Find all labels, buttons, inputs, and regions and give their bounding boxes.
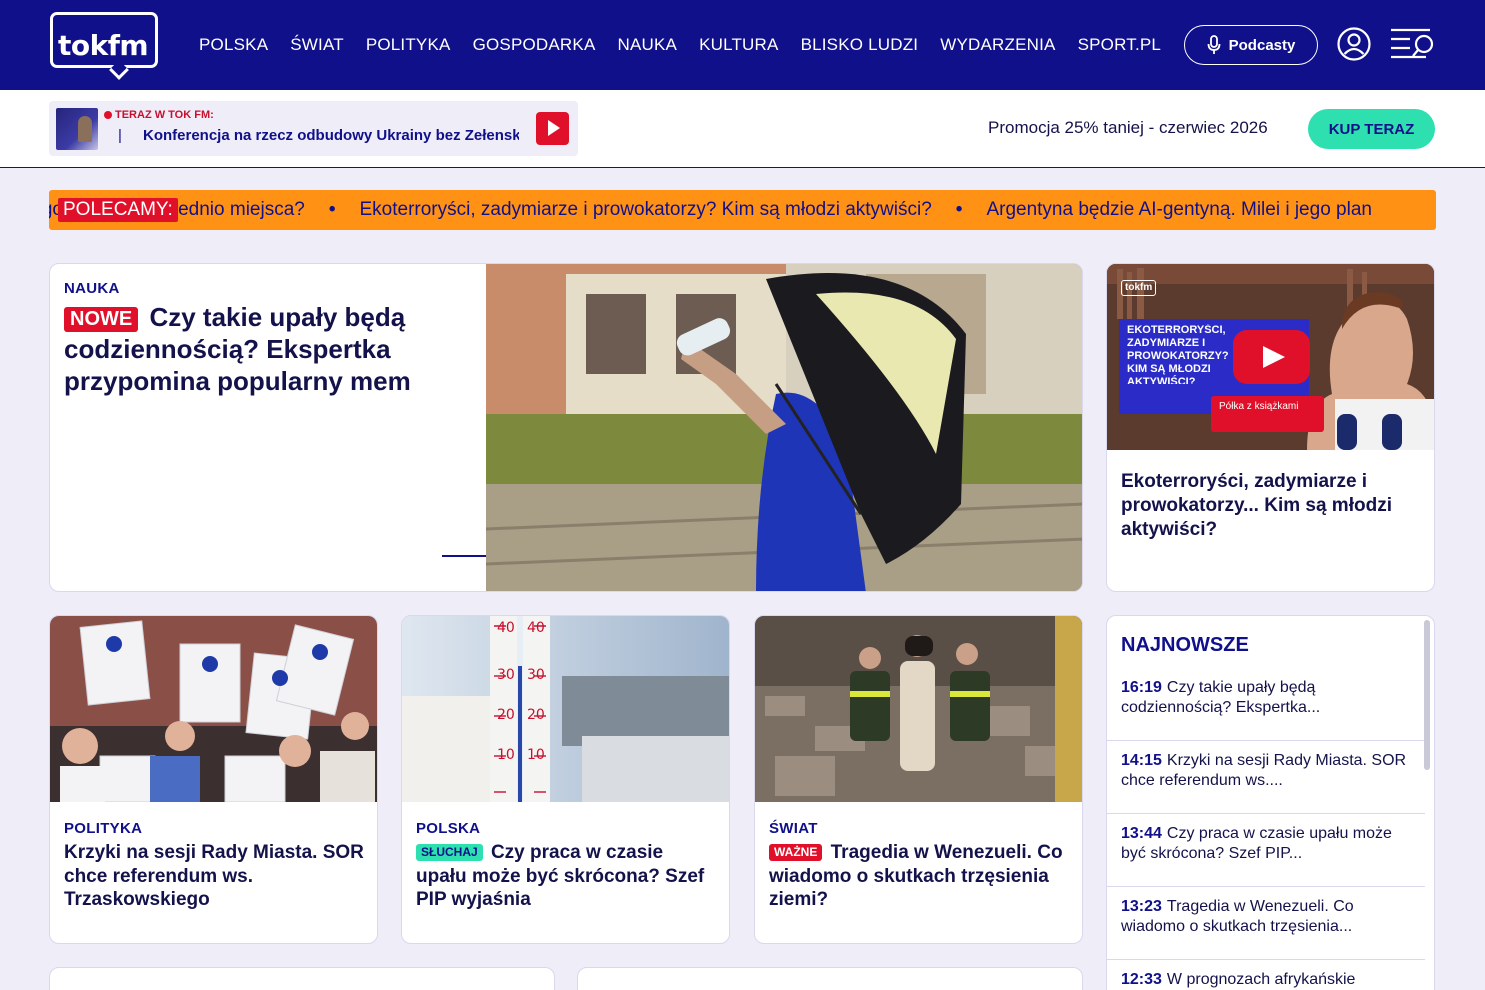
play-icon — [1263, 346, 1285, 368]
svg-text:40: 40 — [527, 620, 545, 636]
hero-article-card[interactable]: NAUKA NOWE Czy takie upały będą codzienn… — [49, 263, 1083, 592]
newest-time: 12:33 — [1121, 971, 1162, 988]
nav-item-polska[interactable]: POLSKA — [199, 34, 268, 56]
newest-heading: NAJNOWSZE — [1121, 634, 1249, 656]
newest-time: 13:23 — [1121, 898, 1162, 915]
ticker-badge: POLECAMY: — [58, 198, 178, 222]
video-play-button[interactable] — [1233, 330, 1310, 384]
article-card-world[interactable]: ŚWIAT WAŻNE Tragedia w Wenezueli. Co wia… — [754, 615, 1083, 944]
newest-list[interactable]: 16:19 Czy takie upały będą codziennością?… — [1107, 668, 1425, 990]
nav-item-sport[interactable]: SPORT.PL — [1078, 34, 1162, 56]
bottom-card-left[interactable] — [49, 967, 555, 990]
tokfm-logo[interactable]: tokfm — [50, 12, 160, 80]
recommended-ticker: POLECAMY: Czy takie upały będą codzienno… — [49, 190, 1436, 230]
video-overlay-title: EKOTERRORYŚCI, ZADYMIARZE I PROWOKATORZY… — [1127, 324, 1229, 384]
svg-text:20: 20 — [527, 707, 545, 723]
new-badge: NOWE — [64, 306, 139, 332]
ticker-item[interactable]: Ekoterroryści, zadymiarze i prowokatorzy… — [346, 199, 946, 221]
newest-time: 13:44 — [1121, 825, 1162, 842]
newest-time: 14:15 — [1121, 752, 1162, 769]
article-category[interactable]: ŚWIAT — [769, 820, 1071, 837]
newest-list-item[interactable]: 12:33 W prognozach afrykańskie — [1107, 960, 1425, 990]
hero-text: NAUKA NOWE Czy takie upały będą codzienn… — [64, 280, 474, 397]
article-text: POLITYKA Krzyki na sesji Rady Miasta. SO… — [64, 820, 366, 912]
nav-item-wydarzenia[interactable]: WYDARZENIA — [940, 34, 1055, 56]
article-title[interactable]: SŁUCHAJ Czy praca w czasie upału może by… — [416, 841, 718, 912]
live-program-thumbnail — [56, 108, 98, 150]
buy-now-button[interactable]: KUP TERAZ — [1308, 109, 1435, 149]
video-tag: Półka z książkami — [1211, 396, 1324, 432]
newest-text: Krzyki na sesji Rady Miasta. SOR chce re… — [1121, 752, 1407, 789]
main-nav: POLSKA ŚWIAT POLITYKA GOSPODARKA NAUKA K… — [199, 34, 1161, 56]
live-program-title[interactable]: Konferencja na rzecz odbudowy Ukrainy be… — [143, 127, 519, 144]
newest-scrollbar[interactable] — [1424, 620, 1430, 770]
svg-text:30: 30 — [497, 667, 515, 683]
video-thumbnail[interactable]: tokfm EKOTERRORYŚCI, ZADYMIARZE I PROWOK… — [1107, 264, 1434, 450]
newest-list-item[interactable]: 14:15 Krzyki na sesji Rady Miasta. SOR ch… — [1107, 741, 1425, 814]
podcasts-label: Podcasty — [1228, 36, 1296, 54]
promo-text: Promocja 25% taniej - czerwiec 2026 — [988, 118, 1268, 137]
nav-item-kultura[interactable]: KULTURA — [699, 34, 779, 56]
top-navigation-bar: tokfm POLSKA ŚWIAT POLITYKA GOSPODARKA N… — [0, 0, 1485, 90]
hero-photo-heat-umbrella — [486, 264, 1082, 591]
live-play-button[interactable] — [536, 112, 569, 145]
article-photo-earthquake-rescue — [755, 616, 1082, 802]
video-title[interactable]: Ekoterroryści, zadymiarze i prowokatorzy… — [1121, 470, 1421, 542]
user-icon[interactable] — [1337, 27, 1371, 61]
newest-time: 16:19 — [1121, 679, 1162, 696]
newest-list-item[interactable]: 16:19 Czy takie upały będą codziennością?… — [1107, 668, 1425, 741]
svg-text:30: 30 — [527, 667, 545, 683]
nav-item-nauka[interactable]: NAUKA — [617, 34, 677, 56]
logo-text: tokfm — [58, 29, 149, 62]
hero-title[interactable]: NOWE Czy takie upały będą codziennością?… — [64, 301, 474, 397]
newest-list-item[interactable]: 13:23 Tragedia w Wenezueli. Co wiadomo o … — [1107, 887, 1425, 960]
now-on-air-widget[interactable]: TERAZ W TOK FM: | Konferencja na rzecz o… — [49, 101, 578, 156]
ticker-track: Czy takie upały będą codziennością? Eksp… — [49, 190, 1386, 230]
video-logo: tokfm — [1121, 280, 1157, 296]
ticker-separator: • — [955, 199, 963, 220]
article-photo-council-protest — [50, 616, 377, 802]
article-card-politics[interactable]: POLITYKA Krzyki na sesji Rady Miasta. SO… — [49, 615, 378, 944]
listen-badge: SŁUCHAJ — [416, 844, 483, 862]
svg-text:10: 10 — [527, 747, 545, 763]
ticker-separator: • — [328, 199, 336, 220]
video-article-card[interactable]: tokfm EKOTERRORYŚCI, ZADYMIARZE I PROWOK… — [1106, 263, 1435, 592]
svg-text:40: 40 — [497, 620, 515, 636]
svg-text:20: 20 — [497, 707, 515, 723]
microphone-icon — [1207, 35, 1221, 54]
nav-item-swiat[interactable]: ŚWIAT — [290, 34, 344, 56]
important-badge: WAŻNE — [769, 844, 823, 862]
live-separator: | — [118, 127, 122, 144]
article-title[interactable]: WAŻNE Tragedia w Wenezueli. Co wiadomo o… — [769, 841, 1071, 912]
nav-item-gospodarka[interactable]: GOSPODARKA — [473, 34, 596, 56]
podcasts-button[interactable]: Podcasty — [1184, 25, 1318, 65]
live-promo-bar: TERAZ W TOK FM: | Konferencja na rzecz o… — [0, 90, 1485, 168]
live-label-text: TERAZ W TOK FM: — [115, 109, 214, 121]
hero-category[interactable]: NAUKA — [64, 280, 474, 297]
article-category[interactable]: POLITYKA — [64, 820, 366, 837]
article-card-poland[interactable]: 40 30 20 10 40 30 20 10 POLSKA SŁUCHAJ C… — [401, 615, 730, 944]
article-photo-thermometer: 40 30 20 10 40 30 20 10 — [402, 616, 729, 802]
menu-search-icon[interactable] — [1390, 26, 1436, 62]
ticker-item[interactable]: Argentyna będzie AI-gentyną. Milei i jeg… — [972, 199, 1386, 221]
live-label: TERAZ W TOK FM: — [104, 109, 214, 121]
article-title[interactable]: Krzyki na sesji Rady Miasta. SOR chce re… — [64, 841, 366, 912]
bottom-card-right[interactable] — [577, 967, 1083, 990]
svg-text:10: 10 — [497, 747, 515, 763]
nav-item-polityka[interactable]: POLITYKA — [366, 34, 451, 56]
newest-text: W prognozach afrykańskie — [1166, 971, 1356, 988]
article-category[interactable]: POLSKA — [416, 820, 718, 837]
newest-news-panel: NAJNOWSZE 16:19 Czy takie upały będą codz… — [1106, 615, 1435, 990]
newest-list-item[interactable]: 13:44 Czy praca w czasie upału może być s… — [1107, 814, 1425, 887]
article-text: POLSKA SŁUCHAJ Czy praca w czasie upału … — [416, 820, 718, 912]
article-text: ŚWIAT WAŻNE Tragedia w Wenezueli. Co wia… — [769, 820, 1071, 912]
nav-item-blisko-ludzi[interactable]: BLISKO LUDZI — [801, 34, 919, 56]
live-dot-icon — [104, 111, 112, 119]
